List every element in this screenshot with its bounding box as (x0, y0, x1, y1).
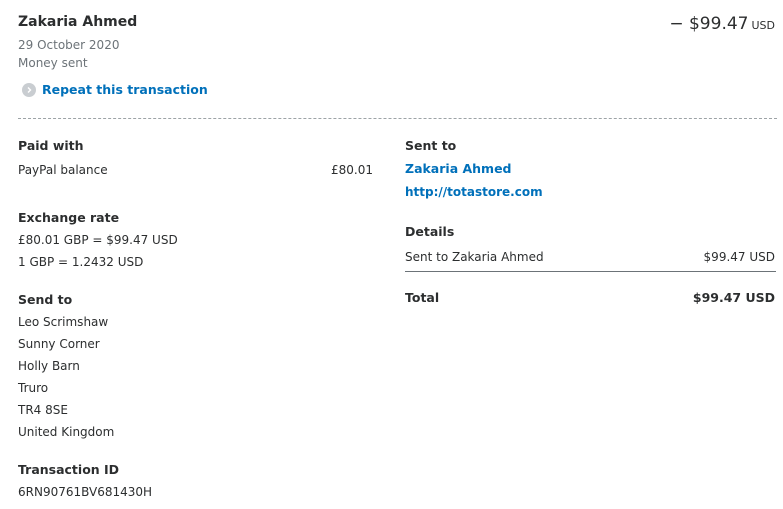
transaction-status: Money sent (18, 56, 88, 70)
address-line: Sunny Corner (18, 337, 100, 351)
section-divider (18, 118, 777, 119)
send-to-label: Send to (18, 292, 73, 307)
paid-with-label: Paid with (18, 138, 84, 153)
address-line: United Kingdom (18, 425, 115, 439)
address-line: Leo Scrimshaw (18, 315, 109, 329)
transaction-id-value: 6RN90761BV681430H (18, 485, 153, 499)
details-label: Details (405, 224, 455, 239)
detail-line-label: Sent to Zakaria Ahmed (405, 250, 544, 264)
transaction-date: 29 October 2020 (18, 38, 120, 52)
payment-amount: £80.01 (331, 163, 373, 177)
recipient-name-link[interactable]: Zakaria Ahmed (405, 161, 512, 176)
exchange-rate-label: Exchange rate (18, 210, 120, 225)
amount-currency: USD (751, 19, 775, 32)
address-line: TR4 8SE (18, 403, 68, 417)
transaction-id-label: Transaction ID (18, 462, 120, 477)
exchange-rate-unit: 1 GBP = 1.2432 USD (18, 255, 144, 269)
chevron-right-icon (22, 82, 36, 97)
recipient-website-link[interactable]: http://totastore.com (405, 185, 543, 199)
address-line: Truro (18, 381, 49, 395)
address-line: Holly Barn (18, 359, 80, 373)
repeat-transaction-link[interactable]: Repeat this transaction (22, 82, 208, 97)
detail-line-amount: $99.47 USD (703, 250, 775, 264)
payment-method: PayPal balance (18, 163, 108, 177)
transaction-amount: − $99.47 USD (669, 14, 775, 34)
total-amount: $99.47 USD (692, 290, 775, 305)
total-divider (405, 271, 776, 272)
amount-value: − $99.47 (669, 14, 749, 34)
exchange-rate-conversion: £80.01 GBP = $99.47 USD (18, 233, 178, 247)
repeat-transaction-label[interactable]: Repeat this transaction (42, 82, 208, 97)
total-label: Total (405, 290, 440, 305)
recipient-name-title: Zakaria Ahmed (18, 14, 138, 30)
sent-to-label: Sent to (405, 138, 457, 153)
